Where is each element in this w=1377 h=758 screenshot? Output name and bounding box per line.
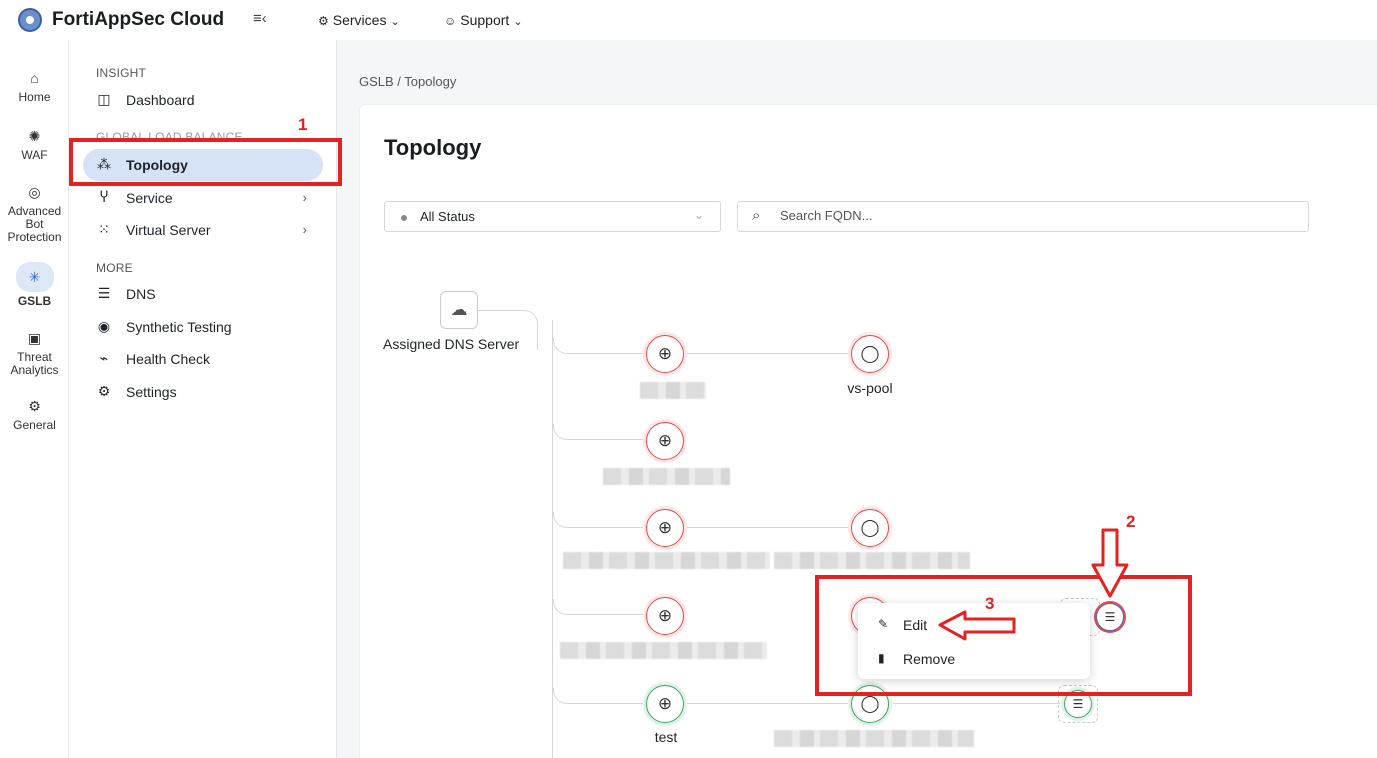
service-icon: Ⴤ — [99, 189, 109, 205]
search-icon: ⌕ — [752, 207, 761, 224]
general-icon: ⚙ — [28, 398, 41, 414]
redacted-label — [640, 382, 706, 399]
collapse-menu-icon[interactable]: ≡‹ — [253, 10, 267, 27]
fqdn-node-globe-icon[interactable]: ⊕ — [646, 597, 684, 635]
home-icon: ⌂ — [30, 70, 39, 86]
tree-branch — [893, 703, 1060, 704]
annotation-number-1: 1 — [298, 115, 308, 134]
dashboard-icon: ◫ — [97, 91, 111, 107]
chevron-right-icon: › — [302, 190, 307, 205]
synthetic-testing-icon: ◉ — [97, 318, 111, 334]
fqdn-node-globe-icon[interactable]: ⊕ — [646, 685, 684, 723]
fqdn-label-test: test — [654, 729, 678, 745]
chevron-down-icon: ⌄ — [390, 16, 400, 28]
virtual-server-icon: ⁙ — [98, 221, 110, 237]
tree-branch — [553, 599, 645, 615]
redacted-label — [563, 552, 770, 569]
rail-item-waf[interactable]: ✺ WAF — [0, 126, 69, 162]
breadcrumb: GSLB / Topology — [359, 74, 457, 89]
tree-branch — [553, 512, 645, 528]
waf-icon: ✺ — [28, 128, 41, 144]
module-rail: ⌂ Home ✺ WAF ◎ Advanced Bot Protection ✳ GSL… — [0, 40, 69, 758]
search-input[interactable] — [780, 208, 1280, 223]
page-title: Topology — [384, 135, 482, 160]
health-check-icon: ⌁ — [99, 350, 109, 366]
support-menu[interactable]: ☺ Support ⌄ — [444, 12, 523, 28]
annotation-number-2: 2 — [1126, 512, 1136, 531]
chevron-right-icon: › — [302, 222, 307, 237]
tree-branch — [553, 688, 645, 704]
bot-icon: ◎ — [28, 184, 41, 200]
annotation-box-2 — [815, 575, 1192, 696]
services-menu[interactable]: ⚙ Services ⌄ — [318, 12, 400, 28]
chevron-down-icon: ⌄ — [693, 208, 704, 222]
redacted-label — [774, 730, 974, 747]
dns-server-label: Assigned DNS Server — [383, 336, 520, 352]
section-title-more: MORE — [96, 261, 133, 275]
pool-node-icon[interactable]: ◯ — [851, 509, 889, 547]
rail-item-general[interactable]: ⚙ General — [0, 396, 69, 432]
search-fqdn[interactable]: ⌕ — [737, 201, 1309, 232]
redacted-label — [560, 642, 767, 659]
rail-item-home[interactable]: ⌂ Home — [0, 68, 69, 104]
settings-icon: ⚙ — [97, 383, 111, 399]
redacted-label — [603, 468, 730, 485]
sidebar-item-synthetic-testing[interactable]: ◉ Synthetic Testing — [83, 311, 323, 343]
status-dot — [401, 215, 407, 221]
dns-icon: ☰ — [97, 285, 111, 301]
top-bar: FortiAppSec Cloud ≡‹ ⚙ Services ⌄ ☺ Support… — [0, 0, 1377, 40]
annotation-box-1 — [69, 138, 342, 186]
section-title-insight: INSIGHT — [96, 66, 147, 80]
pool-label: vs-pool — [847, 380, 893, 396]
sidebar-item-virtual-server[interactable]: ⁙ Virtual Server › — [83, 214, 323, 246]
tree-branch — [685, 527, 850, 528]
cloud-icon[interactable]: ☁ — [440, 291, 478, 329]
fqdn-node-globe-icon[interactable]: ⊕ — [646, 335, 684, 373]
rail-item-gslb[interactable]: ✳ GSLB — [0, 262, 69, 308]
status-filter-select[interactable]: All Status ⌄ — [384, 201, 721, 232]
pool-node-icon[interactable]: ◯ — [851, 335, 889, 373]
sidebar-item-health-check[interactable]: ⌁ Health Check — [83, 343, 323, 375]
redacted-label — [774, 552, 970, 569]
analytics-icon: ▣ — [27, 330, 42, 346]
chevron-down-icon: ⌄ — [513, 16, 523, 28]
support-icon: ☺ — [444, 14, 457, 28]
rail-item-threat-analytics[interactable]: ▣ Threat Analytics — [0, 328, 69, 377]
fortiappsec-logo[interactable] — [18, 8, 42, 32]
fqdn-node-globe-icon[interactable]: ⊕ — [646, 509, 684, 547]
gslb-icon: ✳ — [15, 262, 54, 292]
tree-branch — [685, 703, 850, 704]
brand-name: FortiAppSec Cloud — [52, 9, 225, 30]
services-icon: ⚙ — [318, 14, 329, 28]
annotation-number-3: 3 — [985, 594, 995, 613]
sidebar-item-dashboard[interactable]: ◫ Dashboard — [83, 84, 323, 116]
tree-branch — [553, 338, 645, 354]
tree-branch — [553, 424, 645, 440]
sidebar-item-dns[interactable]: ☰ DNS — [83, 278, 323, 310]
tree-branch — [685, 353, 850, 354]
sidebar-item-service[interactable]: Ⴤ Service › — [83, 182, 323, 214]
rail-item-bot-protection[interactable]: ◎ Advanced Bot Protection — [0, 182, 69, 244]
fqdn-node-globe-icon[interactable]: ⊕ — [646, 422, 684, 460]
sidebar-item-settings[interactable]: ⚙ Settings — [83, 376, 323, 408]
